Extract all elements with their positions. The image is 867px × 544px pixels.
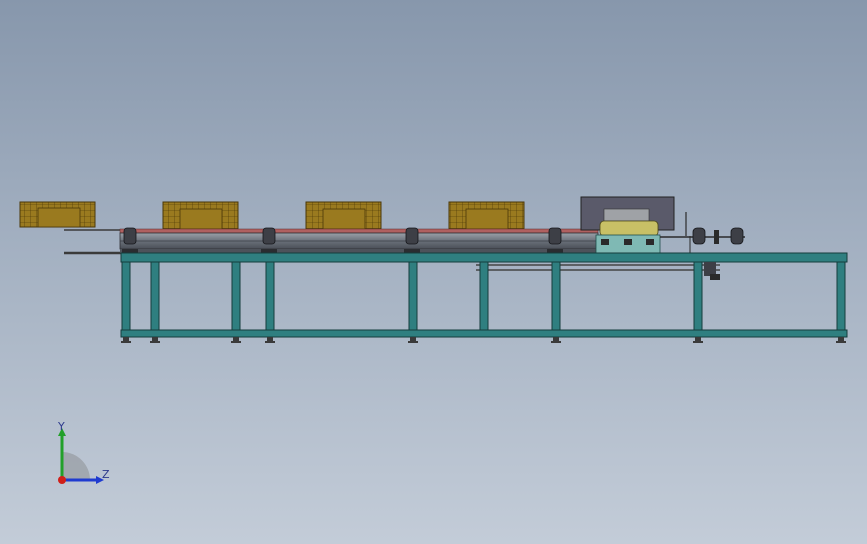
cad-viewport[interactable]: Y Z xyxy=(0,0,867,544)
crate-4 xyxy=(448,201,525,230)
frame-top-beam xyxy=(120,252,848,263)
crate-3 xyxy=(305,201,382,230)
conveyor-assembly-drawing xyxy=(19,196,848,343)
frame-legs xyxy=(121,261,846,331)
y-axis-label: Y xyxy=(57,420,65,433)
leveling-feet xyxy=(121,337,846,343)
feed-chute xyxy=(64,229,122,255)
lower-guide xyxy=(476,262,720,280)
crate-2 xyxy=(162,201,239,230)
crate-1 xyxy=(19,201,96,228)
axis-triad-icon: Y Z xyxy=(57,420,110,484)
frame-bottom-beam xyxy=(120,329,848,338)
conveyor-rail xyxy=(119,228,599,253)
z-axis-label: Z xyxy=(102,468,110,481)
